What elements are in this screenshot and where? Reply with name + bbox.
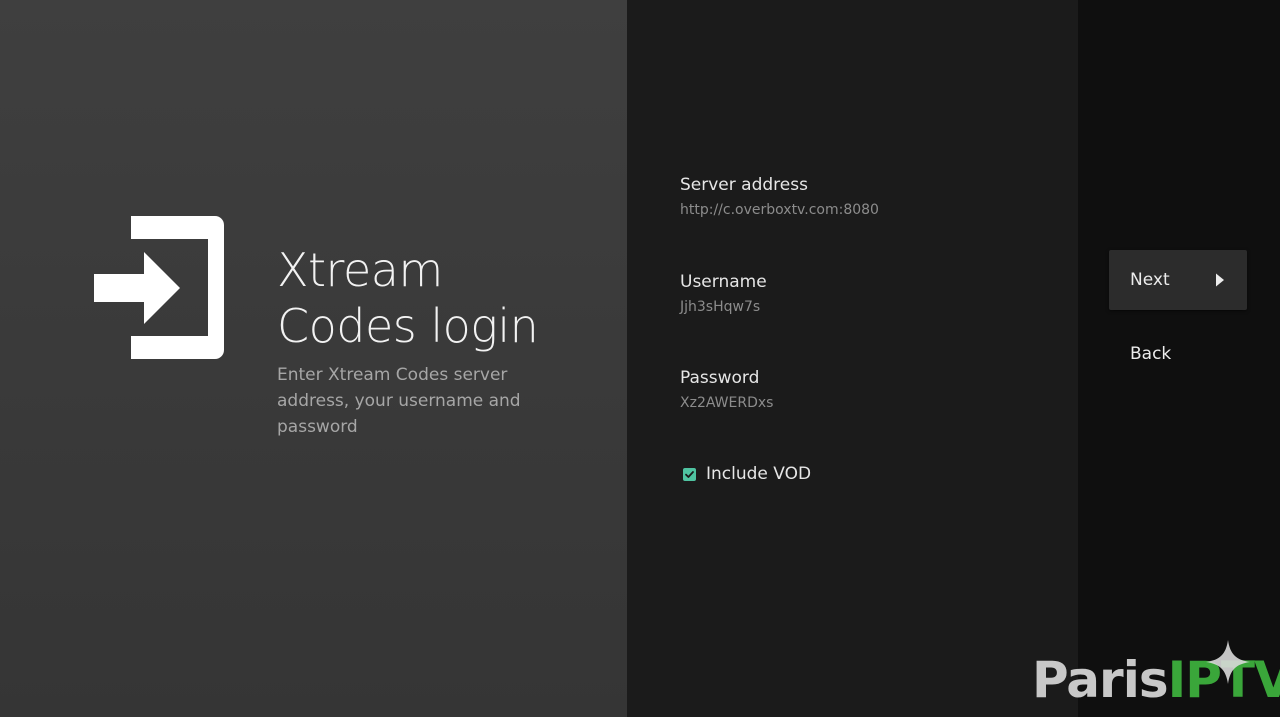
server-address-field[interactable]: Server address http://c.overboxtv.com:80… <box>680 174 1040 220</box>
username-field[interactable]: Username Jjh3sHqw7s <box>680 271 1040 317</box>
page-description: Enter Xtream Codes server address, your … <box>277 365 521 437</box>
sparkle-icon <box>1206 640 1250 684</box>
guidance-panel: Xtream Codes login Enter Xtream Codes se… <box>0 0 627 717</box>
form-panel: Server address http://c.overboxtv.com:80… <box>627 0 1078 717</box>
username-value: Jjh3sHqw7s <box>680 299 761 315</box>
page-title-line2: Codes login <box>277 299 539 353</box>
include-vod-checkbox[interactable] <box>683 467 696 481</box>
password-field[interactable]: Password Xz2AWERDxs <box>680 367 1040 413</box>
watermark-paris: Paris <box>1032 651 1169 709</box>
username-label: Username <box>680 272 767 292</box>
watermark-logo: ParisIPTV <box>1032 640 1280 712</box>
page-title-line1: Xtream <box>277 243 443 297</box>
next-button-label: Next <box>1130 270 1170 290</box>
play-arrow-icon <box>1216 273 1224 287</box>
server-address-value: http://c.overboxtv.com:8080 <box>680 202 879 218</box>
server-address-label: Server address <box>680 175 808 195</box>
password-label: Password <box>680 368 760 388</box>
login-icon <box>94 216 224 359</box>
xtream-login-screen: Xtream Codes login Enter Xtream Codes se… <box>0 0 1280 717</box>
next-button[interactable]: Next <box>1109 250 1247 310</box>
page-title: Xtream Codes login <box>277 242 597 354</box>
back-button[interactable]: Back <box>1130 343 1171 365</box>
actions-panel: Next Back <box>1078 0 1280 717</box>
include-vod-checkbox-row[interactable]: Include VOD <box>683 463 811 485</box>
password-value: Xz2AWERDxs <box>680 395 774 411</box>
include-vod-label: Include VOD <box>706 464 812 484</box>
checkmark-icon <box>685 470 694 478</box>
